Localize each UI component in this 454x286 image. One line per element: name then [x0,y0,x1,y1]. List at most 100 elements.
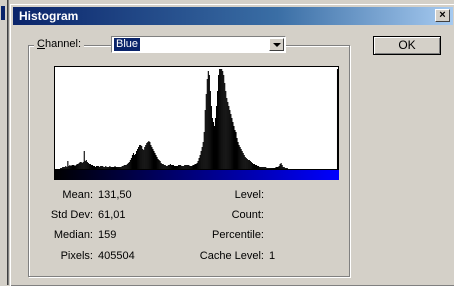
histogram-bar [253,164,256,169]
histogram-bar [117,167,119,169]
histogram-bar [258,166,260,169]
histogram-bar [246,159,248,169]
histogram-bar [181,166,183,169]
histogram-bar [88,164,90,169]
close-button[interactable]: × [435,9,450,22]
histogram-bar [259,167,261,169]
histogram-bar [140,145,142,169]
channel-select-value: Blue [112,37,142,52]
histogram-bar [194,164,196,169]
stddev-value: 61,01 [98,209,126,221]
histogram-bar [179,165,181,169]
histogram-bar [112,167,114,169]
histogram-bar [277,167,279,169]
histogram-bar [150,145,152,169]
histogram-bar [136,151,138,169]
histogram-bar [266,168,268,169]
histogram-bar [142,149,144,169]
histogram-bar [86,162,88,169]
histogram-bar [90,165,92,169]
histogram-bar [185,165,187,169]
histogram-bar [118,167,120,169]
histogram-bar [283,167,285,169]
histogram-bar [229,110,231,169]
histogram-bar [113,167,115,169]
histogram-bar [198,158,200,169]
histogram-bar [235,132,237,169]
histogram-bar [244,157,246,169]
histogram-bar [213,126,216,169]
pixels-label: Pixels: [60,250,93,262]
histogram-bar [219,69,221,169]
histogram-bar [202,142,204,169]
histogram-bar [199,155,201,169]
histogram-bar [208,75,210,169]
histogram-bar [167,165,169,169]
histogram-bar [275,167,277,169]
histogram-bar [127,163,129,169]
histogram-bar [85,160,87,169]
histogram-bar [215,106,218,169]
median-label: Median: [53,229,93,241]
histogram-bar [268,168,270,169]
histogram-bar [73,165,75,169]
histogram-bar [61,168,63,169]
histogram-bar [156,157,158,169]
histogram-bar [274,168,276,169]
histogram-bar [71,165,73,169]
histogram-bar [98,166,100,169]
histogram-bar [78,163,80,169]
histogram-bar [201,147,203,169]
histogram-bar [174,166,177,169]
histogram-bar [172,165,175,169]
histogram-bar [62,167,64,169]
histogram-bar [212,122,215,169]
title-bar[interactable]: Histogram × [13,7,453,25]
histogram-bar [155,155,157,169]
median-value: 159 [98,229,117,241]
histogram-bar [162,164,164,169]
histogram-bar [66,167,68,169]
histogram-bar [60,168,62,169]
histogram-bar [168,165,170,169]
histogram-bar [227,102,229,169]
histogram-bar [72,165,74,169]
histogram-bar [187,165,189,169]
histogram-bar [64,167,66,169]
histogram-bar [267,168,269,169]
histogram-bar [123,165,125,169]
histogram-bar [279,164,281,169]
ok-button[interactable]: OK [373,36,441,55]
histogram-bar [237,142,239,169]
histogram-bar [207,71,209,169]
histogram-bar [276,167,278,169]
histogram-plot[interactable] [54,66,339,170]
histogram-bar [108,167,110,169]
chevron-down-icon[interactable] [269,38,284,51]
histogram-bar [192,165,194,169]
cache-level-label: Cache Level: [199,250,264,262]
channel-select[interactable]: Blue [111,36,286,53]
histogram-bar [224,83,226,169]
channel-label-rest: hannel: [44,38,82,50]
cache-level-value: 1 [269,250,276,262]
histogram-bar [102,166,104,169]
histogram-bar [257,166,259,169]
histogram-bar [186,165,188,169]
histogram-bar [210,106,212,169]
histogram-bar [272,168,274,169]
histogram-bar [161,164,163,169]
histogram-bar [240,149,242,169]
histogram-bar [120,167,122,169]
histogram-bar [89,164,91,169]
histogram-bar [171,165,173,169]
histogram-bar [191,166,193,169]
histogram-bar [243,155,245,169]
histogram-bar [188,165,190,169]
background-window-edge [0,0,9,285]
histogram-bar [251,163,253,169]
histogram-bar [225,91,227,169]
histogram-bar [189,166,191,169]
histogram-bar [223,75,225,169]
histogram-bar [278,166,280,169]
